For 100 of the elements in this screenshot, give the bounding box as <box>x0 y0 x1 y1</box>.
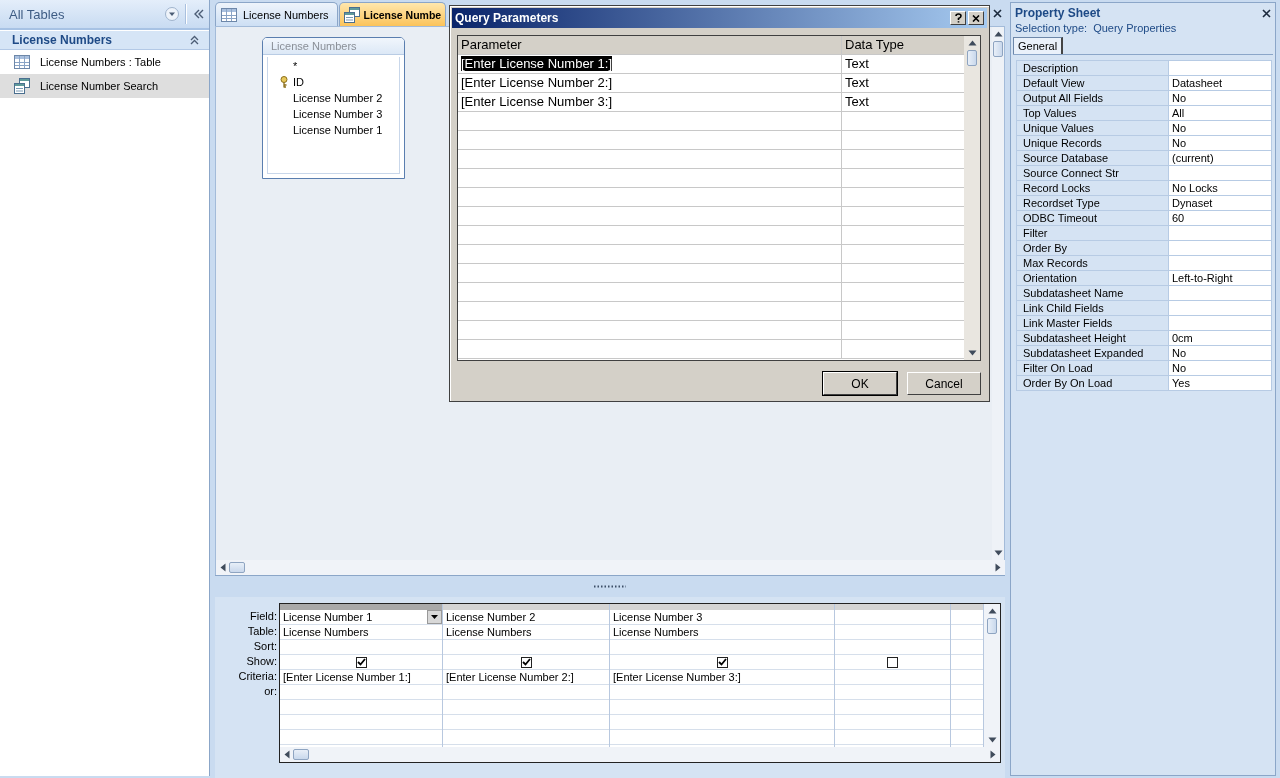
field-name[interactable]: * <box>293 60 298 72</box>
property-value-field[interactable]: No <box>1169 346 1271 360</box>
table-icon <box>14 55 30 69</box>
grid-cell[interactable]: License Numbers <box>280 625 442 640</box>
row-label: Sort: <box>253 639 277 654</box>
property-value-field[interactable]: (current) <box>1169 151 1271 165</box>
scroll-thumb[interactable] <box>993 41 1003 57</box>
grid-cell[interactable]: [Enter License Number 3:] <box>610 670 834 685</box>
property-value-field[interactable]: Dynaset <box>1169 196 1271 210</box>
property-value-field[interactable]: No <box>1169 361 1271 375</box>
scroll-left-arrow-icon[interactable] <box>220 563 226 572</box>
nav-item[interactable]: License Number Search <box>0 74 209 98</box>
ok-button[interactable]: OK <box>823 372 897 395</box>
checkbox[interactable] <box>355 656 367 668</box>
property-value-field[interactable]: No <box>1169 121 1271 135</box>
dropdown-icon[interactable] <box>165 7 179 21</box>
grid-cell[interactable]: License Numbers <box>443 625 609 640</box>
table-cell[interactable]: [Enter License Number 3:] <box>458 93 842 111</box>
caret-icon <box>431 615 438 619</box>
scroll-left-arrow-icon[interactable] <box>284 750 290 759</box>
field-name[interactable]: License Number 3 <box>293 108 383 120</box>
field-name[interactable]: License Number 2 <box>293 92 383 104</box>
checkbox[interactable] <box>716 656 728 668</box>
scroll-down-arrow-icon[interactable] <box>987 737 997 743</box>
property-value-field[interactable]: Datasheet <box>1169 76 1271 90</box>
property-value-field[interactable] <box>1169 61 1271 75</box>
document-tab[interactable]: License Numbers <box>215 2 338 26</box>
property-value-field[interactable] <box>1169 226 1271 240</box>
close-icon <box>972 14 980 22</box>
checkbox[interactable] <box>887 656 898 668</box>
property-value-field[interactable]: No <box>1169 136 1271 150</box>
table-cell[interactable]: Text <box>842 93 964 111</box>
horizontal-scrollbar[interactable] <box>215 560 1005 575</box>
property-value-field[interactable]: Yes <box>1169 376 1271 390</box>
column-header: Parameter <box>458 36 842 54</box>
selection-type-value: Query Properties <box>1093 22 1177 34</box>
vertical-scrollbar[interactable] <box>964 36 980 360</box>
cancel-button[interactable]: Cancel <box>907 372 981 395</box>
vertical-scrollbar[interactable] <box>984 604 1000 747</box>
grid-cell[interactable]: License Numbers <box>610 625 834 640</box>
row-label: Criteria: <box>238 669 277 684</box>
vertical-scrollbar[interactable] <box>992 27 1004 560</box>
property-value-field[interactable] <box>1169 241 1271 255</box>
document-tab[interactable]: License Numbe <box>338 2 447 26</box>
scroll-thumb[interactable] <box>293 749 309 760</box>
property-value-field[interactable] <box>1169 286 1271 300</box>
help-button[interactable] <box>950 11 966 25</box>
close-icon[interactable] <box>993 8 1002 18</box>
field-name[interactable]: ID <box>293 76 304 88</box>
field-list-window[interactable]: License Numbers * ID License Number 2 License Number 3 License Number 1 <box>262 37 405 179</box>
group-header[interactable]: License Numbers <box>0 31 209 50</box>
property-value-field[interactable]: 60 <box>1169 211 1271 225</box>
scroll-up-arrow-icon[interactable] <box>993 31 1003 37</box>
table-cell[interactable]: [Enter License Number 2:] <box>458 74 842 92</box>
property-value-field[interactable]: 0cm <box>1169 331 1271 345</box>
grid-cell[interactable]: [Enter License Number 2:] <box>443 670 609 685</box>
check-icon <box>356 658 366 666</box>
selection-type-label: Selection type: <box>1015 22 1088 34</box>
scroll-down-arrow-icon[interactable] <box>967 350 977 356</box>
dialog-title: Query Parameters <box>455 11 560 25</box>
close-button[interactable] <box>968 11 984 25</box>
property-value-field[interactable]: All <box>1169 106 1271 120</box>
property-value-field[interactable] <box>1169 316 1271 330</box>
scroll-thumb[interactable] <box>967 50 977 66</box>
dropdown-button[interactable] <box>427 610 442 624</box>
group-title: License Numbers <box>12 33 114 47</box>
table-icon <box>221 7 237 22</box>
table-cell[interactable]: Text <box>842 55 964 73</box>
horizontal-scrollbar[interactable] <box>280 747 1000 762</box>
scroll-down-arrow-icon[interactable] <box>993 550 1003 556</box>
property-value-field[interactable]: No <box>1169 91 1271 105</box>
table-cell[interactable]: [Enter License Number 1:] <box>458 55 842 73</box>
row-label: Show: <box>246 654 277 669</box>
grid-cell[interactable]: License Number 2 <box>443 610 609 625</box>
scroll-up-arrow-icon[interactable] <box>967 40 977 46</box>
property-value-field[interactable]: Left-to-Right <box>1169 271 1271 285</box>
scroll-thumb[interactable] <box>987 618 997 634</box>
property-value-field[interactable] <box>1169 301 1271 315</box>
property-tab[interactable]: General <box>1013 37 1064 54</box>
row-label: Field: <box>250 609 277 624</box>
property-value-field[interactable]: No Locks <box>1169 181 1271 195</box>
property-value-field[interactable] <box>1169 256 1271 270</box>
collapse-pane-icon[interactable] <box>193 9 205 19</box>
close-icon[interactable] <box>1262 8 1271 18</box>
nav-pane-title: All Tables <box>9 6 66 22</box>
scroll-right-arrow-icon[interactable] <box>995 563 1001 572</box>
scroll-thumb[interactable] <box>229 562 245 573</box>
grid-cell[interactable]: License Number 1 <box>280 610 442 625</box>
grid-cell[interactable]: [Enter License Number 1:] <box>280 670 442 685</box>
table-cell[interactable]: Text <box>842 74 964 92</box>
checkbox[interactable] <box>520 656 532 668</box>
field-name[interactable]: License Number 1 <box>293 124 383 136</box>
scroll-up-arrow-icon[interactable] <box>987 608 997 614</box>
grid-cell[interactable]: License Number 3 <box>610 610 834 625</box>
check-icon <box>521 658 531 666</box>
nav-item-label: License Numbers : Table <box>40 56 161 68</box>
scroll-right-arrow-icon[interactable] <box>990 750 996 759</box>
query-icon <box>14 78 30 94</box>
property-value-field[interactable] <box>1169 166 1271 180</box>
nav-item[interactable]: License Numbers : Table <box>0 50 209 74</box>
